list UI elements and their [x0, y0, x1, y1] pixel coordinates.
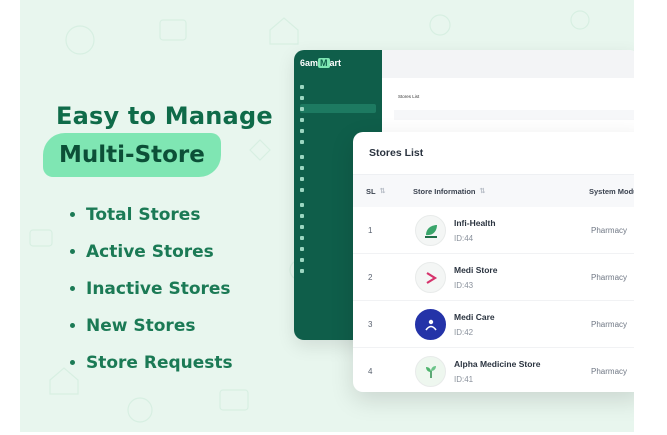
- feature-item: New Stores: [70, 307, 233, 344]
- column-store-information[interactable]: Store Information ⇅: [413, 187, 485, 196]
- sidebar-item-active[interactable]: [300, 104, 376, 113]
- row-sl: 2: [368, 273, 373, 282]
- headline: Easy to Manage: [56, 102, 273, 130]
- store-name[interactable]: Infi-Health: [454, 218, 496, 228]
- row-sl: 4: [368, 367, 373, 376]
- feature-item: Active Stores: [70, 233, 233, 270]
- feature-item: Inactive Stores: [70, 270, 233, 307]
- column-sl[interactable]: SL ⇅: [366, 187, 385, 196]
- store-name[interactable]: Medi Care: [454, 312, 495, 322]
- dashboard-panel-title: Stores List: [398, 94, 420, 99]
- bullet-icon: [70, 286, 75, 291]
- dashboard-topbar: [382, 50, 634, 78]
- row-sl: 1: [368, 226, 373, 235]
- row-sl: 3: [368, 320, 373, 329]
- sort-icon[interactable]: ⇅: [480, 187, 486, 195]
- table-header: SL ⇅ Store Information ⇅ System Modu: [353, 175, 634, 207]
- sidebar-item[interactable]: [300, 82, 376, 91]
- highlight-pill: Multi-Store: [43, 133, 221, 177]
- dashboard-table-header: [394, 110, 634, 120]
- store-module: Pharmacy: [591, 367, 628, 376]
- store-id: ID:43: [454, 281, 474, 290]
- column-system-module[interactable]: System Modu: [589, 187, 634, 196]
- highlight-text: Multi-Store: [59, 142, 205, 168]
- table-body: 1 Infi-Health ID:44 Pharmacy 2 Medi Stor…: [353, 207, 634, 392]
- bullet-icon: [70, 249, 75, 254]
- banner-background: Easy to Manage Multi-Store Total Stores …: [20, 0, 634, 432]
- feature-item: Total Stores: [70, 196, 233, 233]
- table-row[interactable]: 4 Alpha Medicine Store ID:41 Pharmacy: [353, 348, 634, 392]
- sort-icon[interactable]: ⇅: [380, 187, 386, 195]
- sidebar-item[interactable]: [300, 115, 376, 124]
- stores-list-card: Stores List SL ⇅ Store Information ⇅ Syste…: [353, 132, 634, 392]
- store-module: Pharmacy: [591, 226, 628, 235]
- feature-list: Total Stores Active Stores Inactive Stor…: [70, 196, 233, 381]
- table-row[interactable]: 1 Infi-Health ID:44 Pharmacy: [353, 207, 634, 254]
- care-icon: [415, 309, 446, 340]
- store-id: ID:44: [454, 234, 474, 243]
- store-module: Pharmacy: [591, 320, 628, 329]
- store-name[interactable]: Alpha Medicine Store: [454, 359, 540, 369]
- brand-logo: 6am Mart: [300, 58, 342, 68]
- bullet-icon: [70, 212, 75, 217]
- bullet-icon: [70, 323, 75, 328]
- sidebar-item[interactable]: [300, 93, 376, 102]
- pill-icon: [415, 262, 446, 293]
- table-row[interactable]: 3 Medi Care ID:42 Pharmacy: [353, 301, 634, 348]
- table-row[interactable]: 2 Medi Store ID:43 Pharmacy: [353, 254, 634, 301]
- store-id: ID:42: [454, 328, 474, 337]
- store-module: Pharmacy: [591, 273, 628, 282]
- feature-item: Store Requests: [70, 344, 233, 381]
- card-title: Stores List: [369, 147, 424, 159]
- store-id: ID:41: [454, 375, 474, 384]
- plant-icon: [415, 356, 446, 387]
- bullet-icon: [70, 360, 75, 365]
- leaf-icon: [415, 215, 446, 246]
- store-name[interactable]: Medi Store: [454, 265, 497, 275]
